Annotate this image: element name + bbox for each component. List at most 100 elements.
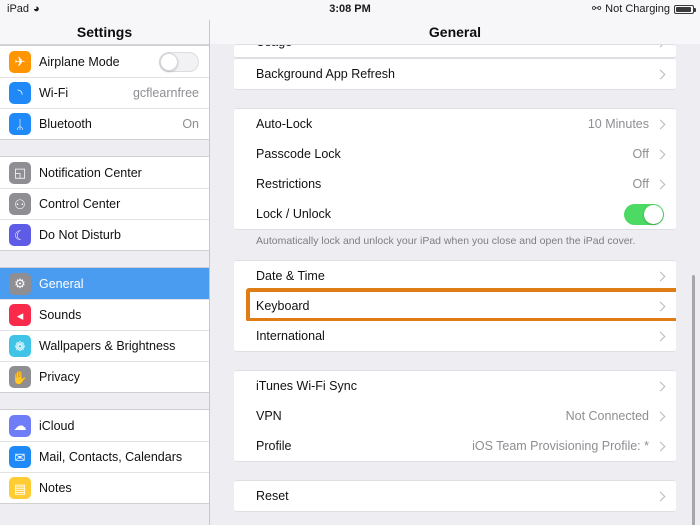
sidebar-item-notification-center[interactable]: ◱ Notification Center — [0, 157, 209, 188]
settings-row-wrapper: Reset — [234, 481, 676, 511]
sidebar-item-general[interactable]: ⚙ General — [0, 268, 209, 299]
settings-row-right — [655, 371, 666, 401]
sidebar-item-label: Control Center — [39, 197, 121, 211]
hand-icon: ✋ — [9, 366, 31, 388]
settings-row-international[interactable]: International — [234, 321, 676, 351]
page-title: General — [210, 20, 700, 44]
settings-row-label: iTunes Wi-Fi Sync — [256, 379, 357, 393]
settings-row-value: Off — [632, 147, 649, 161]
settings-row-value: iOS Team Provisioning Profile: * — [472, 439, 649, 453]
settings-row-wrapper: Profile iOS Team Provisioning Profile: * — [234, 431, 676, 461]
ipad-settings-screen: iPad ◕ 3:08 PM ⚯ Not Charging Settings ✈… — [0, 0, 700, 525]
settings-row-right — [655, 261, 666, 291]
settings-row-profile[interactable]: Profile iOS Team Provisioning Profile: * — [234, 431, 676, 461]
settings-row-vpn[interactable]: VPN Not Connected — [234, 401, 676, 431]
sidebar-item-wi-fi[interactable]: ◝ Wi-Fi gcflearnfree — [0, 77, 209, 108]
settings-row-right: Off — [632, 169, 666, 199]
airplane-icon: ✈ — [9, 50, 31, 73]
general-detail-pane[interactable]: General Usage Background App Refresh Auto-… — [210, 20, 700, 525]
sidebar-item-do-not-disturb[interactable]: ☾ Do Not Disturb — [0, 219, 209, 250]
settings-row-auto-lock[interactable]: Auto-Lock 10 Minutes — [234, 109, 676, 139]
settings-row-restrictions[interactable]: Restrictions Off — [234, 169, 676, 199]
chevron-right-icon — [655, 491, 666, 501]
settings-row-passcode-lock[interactable]: Passcode Lock Off — [234, 139, 676, 169]
charge-state-label: Not Charging — [605, 3, 670, 15]
sidebar-item-value: On — [182, 117, 199, 131]
settings-row-right — [655, 291, 666, 321]
chevron-right-icon — [655, 69, 666, 79]
settings-row-itunes-wi-fi-sync[interactable]: iTunes Wi-Fi Sync — [234, 371, 676, 401]
sidebar-title: Settings — [0, 20, 209, 45]
sidebar-item-mail-contacts-calendars[interactable]: ✉ Mail, Contacts, Calendars — [0, 441, 209, 472]
bluetooth-icon: ᛦ — [9, 113, 31, 135]
settings-row[interactable]: Usage — [234, 45, 676, 57]
settings-row-wrapper: Keyboard — [234, 288, 676, 322]
chevron-right-icon — [655, 271, 666, 281]
sidebar-group: ✈ Airplane Mode ◝ Wi-Fi gcflearnfree ᛦ Bluetoo… — [0, 45, 209, 140]
chevron-right-icon — [655, 301, 666, 311]
settings-row-lock-unlock[interactable]: Lock / Unlock — [234, 199, 676, 229]
sidebar-item-notes[interactable]: ▤ Notes — [0, 472, 209, 503]
settings-row-usage-clipped[interactable]: Usage — [234, 44, 676, 58]
toggle-knob — [644, 204, 663, 224]
toggle-knob — [160, 53, 178, 71]
vertical-scrollbar[interactable] — [692, 275, 695, 525]
sidebar-item-privacy[interactable]: ✋ Privacy — [0, 361, 209, 392]
chevron-right-icon — [655, 441, 666, 451]
settings-row-keyboard[interactable]: Keyboard — [234, 291, 676, 321]
settings-row-date-time[interactable]: Date & Time — [234, 261, 676, 291]
sidebar-item-bluetooth[interactable]: ᛦ Bluetooth On — [0, 108, 209, 139]
settings-row-label: Auto-Lock — [256, 117, 313, 131]
moon-icon: ☾ — [9, 224, 31, 246]
settings-row-right: 10 Minutes — [588, 109, 666, 139]
settings-group-separator — [210, 352, 700, 370]
settings-row-wrapper: International — [234, 321, 676, 351]
battery-icon — [674, 4, 696, 14]
settings-row-value: Not Connected — [565, 409, 649, 423]
sidebar-group-separator — [0, 251, 209, 267]
sidebar-item-wallpapers-brightness[interactable]: ❁ Wallpapers & Brightness — [0, 330, 209, 361]
sidebar-group-separator — [0, 393, 209, 409]
notes-icon: ▤ — [9, 477, 31, 499]
settings-group-separator — [210, 512, 700, 525]
notification-center-icon: ◱ — [9, 161, 31, 184]
sidebar-item-label: Bluetooth — [39, 117, 92, 131]
settings-row-right — [624, 199, 664, 229]
sidebar-item-airplane-mode[interactable]: ✈ Airplane Mode — [0, 46, 209, 77]
control-center-icon: ⚇ — [9, 193, 31, 215]
sidebar-item-label: Wallpapers & Brightness — [39, 339, 176, 353]
sidebar-item-sounds[interactable]: ◂ Sounds — [0, 299, 209, 330]
sidebar-group-list: ✈ Airplane Mode ◝ Wi-Fi gcflearnfree ᛦ Bluetoo… — [0, 45, 209, 504]
sidebar-item-icloud[interactable]: ☁ iCloud — [0, 410, 209, 441]
lock-unlock-toggle[interactable] — [624, 203, 664, 225]
gear-icon: ⚙ — [9, 272, 31, 295]
settings-row-value: Off — [632, 177, 649, 191]
settings-row-wrapper: VPN Not Connected — [234, 401, 676, 431]
sidebar-item-label: Do Not Disturb — [39, 228, 121, 242]
settings-sidebar[interactable]: Settings ✈ Airplane Mode ◝ Wi-Fi gcflearnfre… — [0, 20, 210, 525]
wifi-icon: ◝ — [9, 82, 31, 104]
sidebar-item-control-center[interactable]: ⚇ Control Center — [0, 188, 209, 219]
sidebar-item-label: Notes — [39, 481, 72, 495]
envelope-icon: ✉ — [9, 446, 31, 468]
flower-icon: ❁ — [9, 335, 31, 357]
airplane-mode-toggle[interactable] — [159, 52, 199, 72]
sidebar-group: ☁ iCloud ✉ Mail, Contacts, Calendars ▤ Notes — [0, 409, 209, 504]
settings-row-label: Keyboard — [256, 299, 310, 313]
sidebar-group: ⚙ General ◂ Sounds ❁ Wallpapers & Brightness ✋… — [0, 267, 209, 393]
sidebar-item-label: Sounds — [39, 308, 82, 322]
settings-row-label: Reset — [256, 489, 289, 503]
settings-group: iTunes Wi-Fi Sync VPN Not Connected Profile… — [234, 370, 676, 462]
chevron-right-icon — [655, 411, 666, 421]
settings-group: Date & Time Keyboard International — [234, 260, 676, 352]
cloud-icon: ☁ — [9, 414, 31, 437]
settings-row-background-app-refresh[interactable]: Background App Refresh — [234, 59, 676, 89]
settings-group-separator — [210, 462, 700, 480]
settings-row-right — [655, 481, 666, 511]
sidebar-item-label: Mail, Contacts, Calendars — [39, 450, 183, 464]
settings-row-reset[interactable]: Reset — [234, 481, 676, 511]
settings-row-right — [655, 59, 666, 89]
general-scroll-area[interactable]: Usage Background App Refresh Auto-Lock 10 M… — [210, 44, 700, 525]
sidebar-item-label: Privacy — [39, 370, 80, 384]
speaker-icon: ◂ — [9, 304, 31, 326]
